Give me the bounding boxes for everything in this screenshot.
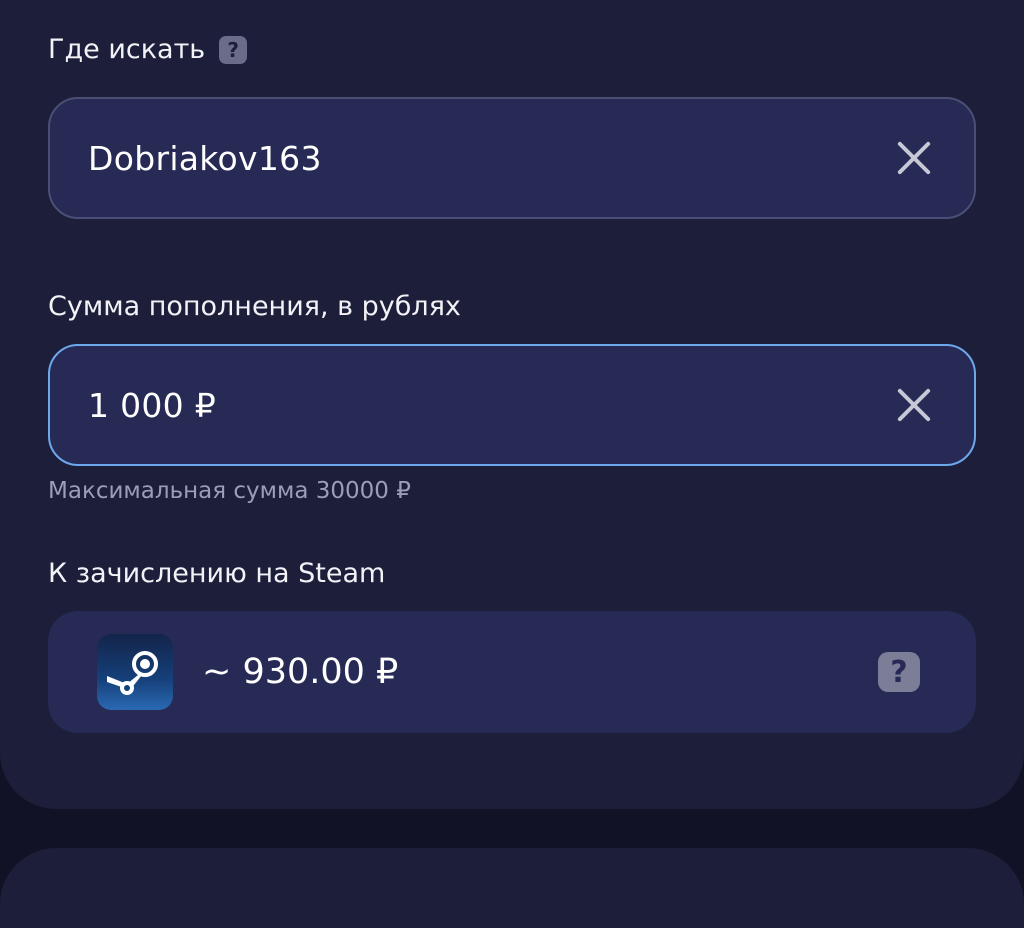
search-label: Где искать bbox=[48, 34, 206, 65]
login-input-value[interactable]: Dobriakov163 bbox=[88, 139, 322, 178]
close-icon[interactable] bbox=[892, 383, 936, 427]
question-icon[interactable]: ? bbox=[219, 35, 248, 64]
search-label-row: Где искать ? bbox=[48, 34, 248, 65]
login-field[interactable]: Dobriakov163 bbox=[48, 97, 976, 219]
amount-field[interactable]: 1 000 ₽ bbox=[48, 344, 976, 466]
amount-label-row: Сумма пополнения, в рублях bbox=[48, 291, 461, 322]
credit-amount-box: ~ 930.00 ₽ ? bbox=[48, 611, 976, 733]
credit-label-row: К зачислению на Steam bbox=[48, 558, 385, 589]
steam-logo-icon bbox=[97, 634, 173, 710]
amount-label: Сумма пополнения, в рублях bbox=[48, 291, 461, 322]
amount-input-value[interactable]: 1 000 ₽ bbox=[88, 386, 216, 425]
credit-amount-value: ~ 930.00 ₽ bbox=[202, 652, 399, 692]
max-amount-hint: Максимальная сумма 30000 ₽ bbox=[48, 478, 411, 504]
next-card bbox=[0, 848, 1024, 928]
question-icon[interactable]: ? bbox=[878, 652, 920, 692]
close-icon[interactable] bbox=[892, 136, 936, 180]
credit-label: К зачислению на Steam bbox=[48, 558, 386, 589]
